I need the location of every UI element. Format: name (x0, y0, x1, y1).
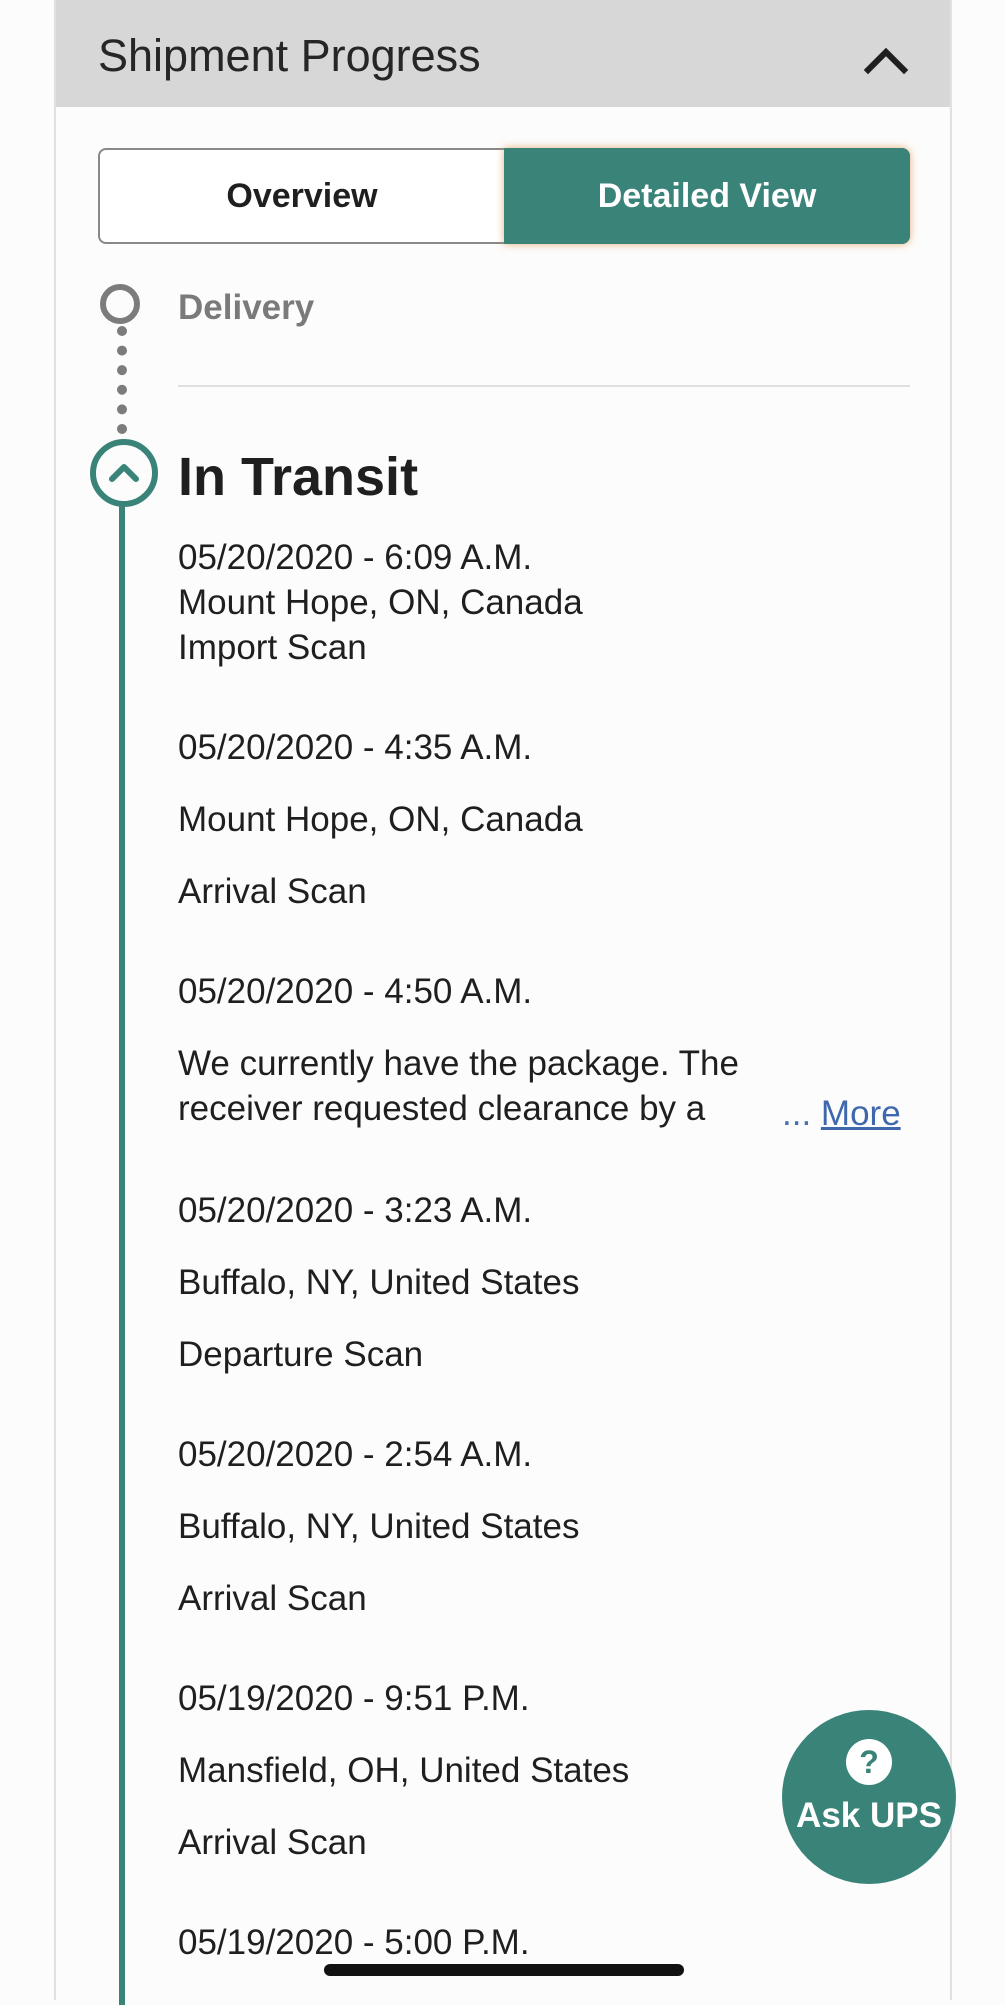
shipment-progress-panel: Shipment Progress Overview Detailed View… (54, 0, 956, 2005)
event-datetime: 05/20/2020 - 6:09 A.M. (178, 538, 533, 577)
event-datetime: 05/20/2020 - 2:54 A.M. (178, 1435, 533, 1474)
event-location: Mount Hope, ON, Canada (178, 583, 583, 622)
ask-ups-button[interactable]: ? Ask UPS (782, 1710, 956, 1884)
ask-ups-label: Ask UPS (796, 1796, 942, 1835)
timeline-transit-line (119, 505, 125, 2005)
event-activity: Arrival Scan (178, 872, 367, 911)
more-link[interactable]: More (821, 1094, 901, 1133)
in-transit-collapse-button[interactable] (90, 439, 158, 507)
event-datetime: 05/20/2020 - 3:23 A.M. (178, 1191, 533, 1230)
view-toggle: Overview Detailed View (98, 148, 910, 244)
panel-title: Shipment Progress (98, 30, 481, 81)
divider (178, 385, 910, 387)
overview-toggle-button[interactable]: Overview (100, 150, 504, 242)
question-icon: ? (846, 1739, 892, 1785)
ellipsis: ... (782, 1094, 812, 1133)
event-activity: Arrival Scan (178, 1823, 367, 1862)
home-indicator[interactable] (324, 1964, 684, 1976)
event-activity: Departure Scan (178, 1335, 424, 1374)
event-datetime: 05/20/2020 - 4:35 A.M. (178, 728, 533, 767)
timeline-dotted-connector (117, 326, 127, 434)
event-message-line-2: receiver requested clearance by a (178, 1089, 706, 1128)
event-location: Mansfield, OH, United States (178, 1751, 630, 1790)
event-datetime: 05/19/2020 - 5:00 P.M. (178, 1923, 530, 1962)
event-location: Mount Hope, ON, Canada (178, 800, 583, 839)
more-link-wrapper: ... More (782, 1094, 901, 1134)
event-location: Buffalo, NY, United States (178, 1263, 580, 1302)
event-datetime: 05/20/2020 - 4:50 A.M. (178, 972, 533, 1011)
delivery-label: Delivery (178, 288, 315, 327)
chevron-up-icon[interactable] (862, 36, 910, 84)
svg-text:?: ? (859, 1744, 879, 1780)
event-message-line-1: We currently have the package. The (178, 1044, 739, 1083)
event-location: Buffalo, NY, United States (178, 1507, 580, 1546)
detailed-view-toggle-button[interactable]: Detailed View (504, 148, 910, 244)
delivery-status-circle-icon (100, 284, 140, 324)
in-transit-heading: In Transit (178, 447, 419, 507)
event-datetime: 05/19/2020 - 9:51 P.M. (178, 1679, 530, 1718)
chevron-up-icon (109, 464, 139, 482)
event-activity: Arrival Scan (178, 1579, 367, 1618)
panel-header[interactable]: Shipment Progress (56, 0, 950, 107)
event-activity: Import Scan (178, 628, 367, 667)
